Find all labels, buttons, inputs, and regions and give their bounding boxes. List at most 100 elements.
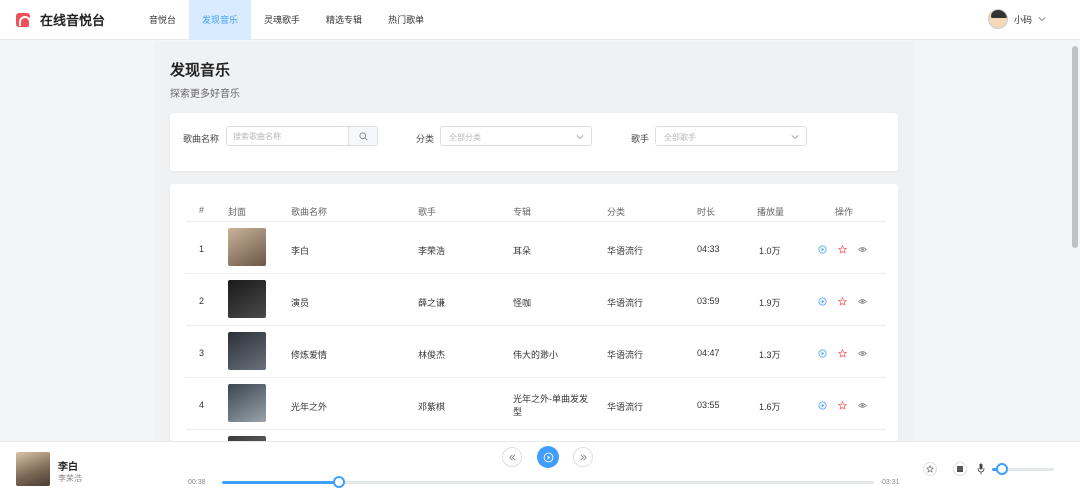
category-label: 分类 (416, 134, 435, 144)
song-name[interactable]: 修炼爱情 (291, 348, 327, 361)
play-pause-button[interactable] (537, 446, 559, 468)
singer-label: 歌手 (631, 134, 650, 144)
table-row[interactable] (186, 430, 886, 441)
star-icon[interactable] (837, 347, 848, 358)
now-playing-title: 李白 (58, 462, 78, 473)
duration: 04:47 (697, 348, 720, 358)
progress-handle[interactable] (333, 476, 345, 488)
table-row[interactable]: 4 光年之外 邓紫棋 光年之外-单曲发发型 华语流行 03:55 1.6万 (186, 378, 886, 430)
nav-item-yinyuetai[interactable]: 音悦台 (136, 0, 189, 40)
nav-item-playlists[interactable]: 热门歌单 (375, 0, 437, 40)
app-logo[interactable]: 在线音悦台 (16, 10, 136, 29)
eye-icon[interactable] (858, 243, 867, 252)
page-title: 发现音乐 (170, 62, 231, 79)
stop-icon (957, 466, 963, 472)
volume-handle[interactable] (996, 463, 1008, 475)
song-name[interactable]: 演员 (291, 296, 309, 309)
avatar[interactable] (987, 9, 1008, 29)
category: 华语流行 (607, 298, 644, 308)
chevron-down-icon (576, 135, 584, 140)
column-header: # (199, 205, 205, 215)
nav-item-soul-singers[interactable]: 灵魂歌手 (251, 0, 313, 40)
album-name[interactable]: 耳朵 (513, 244, 531, 257)
row-index: 3 (199, 348, 205, 358)
top-header: 在线音悦台 音悦台 发现音乐 灵魂歌手 精选专辑 热门歌单 小码 (0, 0, 1080, 40)
album-name[interactable]: 伟大的渺小 (513, 348, 558, 361)
chevron-down-icon[interactable] (1038, 15, 1046, 23)
star-icon[interactable] (837, 399, 848, 410)
table-row[interactable]: 2 演员 薛之谦 怪咖 华语流行 03:59 1.9万 (186, 274, 886, 326)
singer-name[interactable]: 邓紫棋 (418, 400, 445, 413)
duration: 03:55 (697, 400, 720, 410)
column-header: 封面 (228, 207, 247, 217)
row-index: 1 (199, 244, 205, 254)
singer-select-value: 全部歌手 (664, 133, 696, 142)
music-player: 李白 李荣浩 00:38 03:31 (0, 441, 1080, 494)
category: 华语流行 (607, 246, 644, 256)
nav-item-albums[interactable]: 精选专辑 (313, 0, 375, 40)
current-time: 00:38 (188, 479, 206, 486)
play-circle-icon (543, 452, 553, 462)
table-row[interactable]: 3 修炼爱情 林俊杰 伟大的渺小 华语流行 04:47 1.3万 (186, 326, 886, 378)
song-name[interactable]: 李白 (291, 244, 309, 257)
progress-fill (222, 481, 339, 484)
category-select-value: 全部分类 (449, 133, 481, 142)
star-icon[interactable] (837, 295, 848, 306)
album-name[interactable]: 光年之外-单曲发发型 (513, 393, 593, 419)
play-count: 1.3万 (759, 350, 781, 360)
singer-name[interactable]: 薛之谦 (418, 296, 445, 309)
microphone-icon[interactable] (977, 463, 985, 475)
filter-panel: 歌曲名称 分类 全部分类 歌手 全部歌手 (170, 113, 898, 171)
song-table: # 封面 歌曲名称 歌手 专辑 分类 时长 播放量 操作 1 李白 李荣浩 耳朵 华语流… (170, 184, 898, 441)
progress-slider[interactable] (222, 476, 874, 488)
table-header: # 封面 歌曲名称 歌手 专辑 分类 时长 播放量 操作 (186, 184, 886, 222)
page-scrollbar[interactable] (1072, 46, 1078, 248)
song-cover[interactable] (228, 332, 266, 370)
search-icon (358, 131, 367, 140)
favorite-button[interactable] (923, 462, 937, 476)
headphones-icon (16, 12, 31, 27)
row-actions (818, 243, 867, 254)
play-circle-icon[interactable] (818, 243, 827, 254)
column-header: 歌曲名称 (291, 207, 328, 217)
user-menu[interactable]: 小码 (987, 9, 1046, 29)
search-button[interactable] (348, 127, 377, 145)
album-name[interactable]: 怪咖 (513, 296, 531, 309)
row-index: 4 (199, 400, 205, 410)
play-circle-icon[interactable] (818, 295, 827, 306)
singer-name[interactable]: 李荣浩 (418, 244, 445, 257)
column-header: 播放量 (757, 207, 785, 217)
app-title: 在线音悦台 (40, 13, 106, 28)
song-cover[interactable] (228, 280, 266, 318)
play-count: 1.9万 (759, 298, 781, 308)
chevron-down-icon (791, 135, 799, 140)
eye-icon[interactable] (858, 347, 867, 356)
user-name[interactable]: 小码 (1014, 13, 1032, 26)
song-cover[interactable] (228, 228, 266, 266)
song-cover[interactable] (228, 384, 266, 422)
column-header: 时长 (697, 207, 716, 217)
play-count: 1.6万 (759, 402, 781, 412)
column-header: 分类 (607, 207, 626, 217)
singer-name[interactable]: 林俊杰 (418, 348, 445, 361)
table-row[interactable]: 1 李白 李荣浩 耳朵 华语流行 04:33 1.0万 (186, 222, 886, 274)
song-name[interactable]: 光年之外 (291, 400, 327, 413)
play-circle-icon[interactable] (818, 347, 827, 358)
category-select[interactable]: 全部分类 (440, 126, 592, 146)
next-button[interactable] (573, 447, 593, 467)
duration: 03:59 (697, 296, 720, 306)
song-search-input[interactable] (227, 127, 347, 145)
singer-select[interactable]: 全部歌手 (655, 126, 807, 146)
nav-item-discover[interactable]: 发现音乐 (189, 0, 252, 40)
stop-button[interactable] (953, 462, 967, 476)
previous-button[interactable] (502, 447, 522, 467)
page-subtitle: 探索更多好音乐 (170, 89, 240, 100)
column-header: 操作 (835, 207, 854, 217)
now-playing-cover[interactable] (16, 452, 50, 486)
star-icon[interactable] (837, 243, 848, 254)
volume-slider[interactable] (992, 463, 1054, 475)
eye-icon[interactable] (858, 295, 867, 304)
double-chevron-right-icon (579, 453, 587, 461)
eye-icon[interactable] (858, 399, 867, 408)
play-circle-icon[interactable] (818, 399, 827, 410)
